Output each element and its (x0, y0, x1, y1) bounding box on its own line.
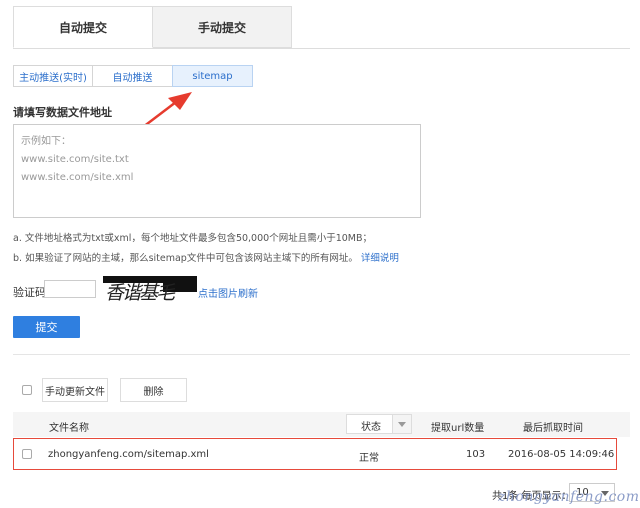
placeholder-line: www.site.com/site.txt (21, 154, 129, 165)
table-header: 文件名称 提取url数量 最后抓取时间 (13, 412, 630, 437)
captcha-label: 验证码 (13, 286, 46, 299)
delete-button[interactable]: 删除 (120, 378, 187, 402)
watermark: zhongyanfeng.com (498, 489, 640, 505)
subtab-active-push[interactable]: 主动推送(实时) (13, 65, 93, 87)
details-link[interactable]: 详细说明 (361, 253, 399, 264)
tab-auto-submit[interactable]: 自动提交 (13, 6, 153, 48)
row-url-count: 103 (466, 449, 486, 460)
section-title: 请填写数据文件地址 (13, 106, 112, 119)
placeholder-line: 示例如下： (21, 136, 71, 147)
chevron-down-icon (392, 415, 411, 433)
status-filter-dropdown[interactable]: 状态 (346, 414, 412, 434)
placeholder-line: www.site.com/site.xml (21, 172, 134, 183)
note-a: a. 文件地址格式为txt或xml，每个地址文件最多包含50,000个网址且需小… (13, 233, 372, 244)
submission-tabs: 自动提交 手动提交 (13, 6, 630, 49)
captcha-text: 香谐基毛 (105, 282, 176, 304)
row-status: 正常 (359, 453, 379, 464)
note-b: b. 如果验证了网站的主域，那么sitemap文件中可包含该网站主域下的所有网址… (13, 250, 399, 264)
column-header-url-count: 提取url数量 (431, 423, 485, 434)
subtab-auto-push[interactable]: 自动推送 (92, 65, 173, 87)
note-b-text: b. 如果验证了网站的主域，那么sitemap文件中可包含该网站主域下的所有网址… (13, 253, 358, 264)
push-method-tabs: 主动推送(实时) 自动推送 sitemap (13, 65, 253, 87)
table-row: zhongyanfeng.com/sitemap.xml 正常 103 2016… (13, 438, 617, 470)
row-last-fetch: 2016-08-05 14:09:46 (508, 449, 615, 460)
divider (13, 354, 630, 355)
subtab-sitemap[interactable]: sitemap (172, 65, 253, 87)
manual-update-button[interactable]: 手动更新文件 (42, 378, 108, 402)
row-file-name: zhongyanfeng.com/sitemap.xml (48, 449, 209, 460)
refresh-captcha-link[interactable]: 点击图片刷新 (198, 285, 258, 300)
sitemap-url-textarea[interactable]: 示例如下： www.site.com/site.txt www.site.com… (13, 124, 421, 218)
status-filter-label: 状态 (361, 422, 381, 433)
tab-manual-submit[interactable]: 手动提交 (153, 6, 292, 48)
captcha-input[interactable] (44, 280, 96, 298)
submit-button[interactable]: 提交 (13, 316, 80, 338)
row-checkbox[interactable] (22, 449, 32, 459)
column-header-last-fetch: 最后抓取时间 (523, 423, 583, 434)
select-all-checkbox[interactable] (22, 385, 32, 395)
captcha-image[interactable]: 香谐基毛 (103, 276, 197, 304)
column-header-file: 文件名称 (49, 423, 89, 434)
